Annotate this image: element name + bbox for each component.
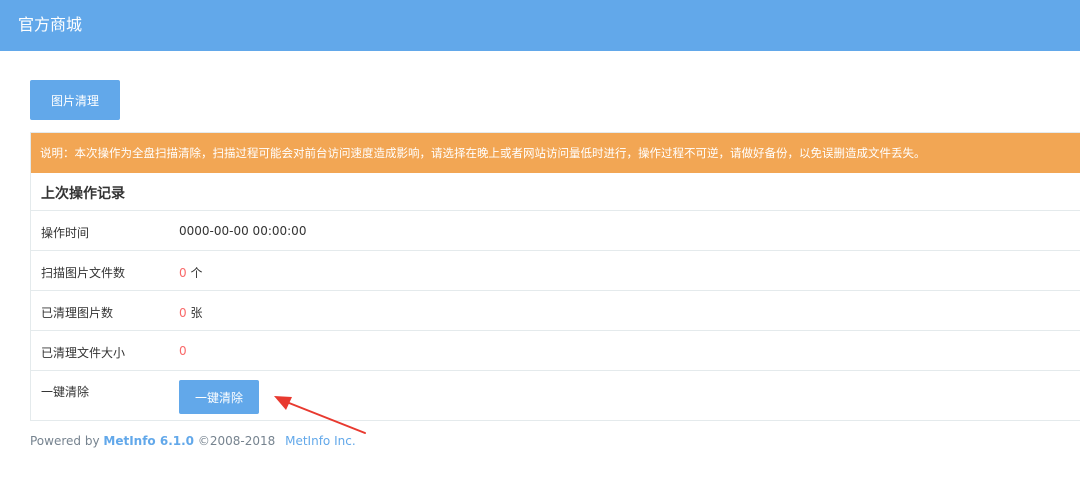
scanned-count: 0	[179, 266, 187, 280]
top-header-bar: 官方商城	[0, 0, 1080, 51]
row-value-cleaned-size: 0	[179, 344, 187, 358]
footer: Powered by MetInfo 6.1.0 ©2008-2018 MetI…	[30, 434, 356, 448]
page-title: 官方商城	[18, 15, 83, 34]
cleaned-count: 0	[179, 306, 187, 320]
table-row: 已清理文件大小 0	[31, 330, 1080, 371]
table-row: 已清理图片数 0 张	[31, 290, 1080, 331]
row-label-cleaned-size: 已清理文件大小	[41, 346, 126, 360]
footer-copyright: ©2008-2018	[197, 434, 276, 448]
row-label-scanned-files: 扫描图片文件数	[41, 266, 126, 280]
cleaned-unit: 张	[190, 306, 203, 320]
row-label-cleaned-images: 已清理图片数	[41, 306, 114, 320]
record-panel: 说明：本次操作为全盘扫描清除，扫描过程可能会对前台访问速度造成影响，请选择在晚上…	[30, 132, 1080, 421]
table-row: 一键清除 一键清除	[31, 370, 1080, 422]
image-clean-tab-button[interactable]: 图片清理	[30, 80, 120, 120]
table-row: 扫描图片文件数 0 个	[31, 250, 1080, 291]
row-label-operation-time: 操作时间	[41, 226, 90, 240]
record-title: 上次操作记录	[41, 186, 125, 202]
warning-notice: 说明：本次操作为全盘扫描清除，扫描过程可能会对前台访问速度造成影响，请选择在晚上…	[31, 133, 1080, 173]
one-click-clear-button[interactable]: 一键清除	[179, 380, 259, 414]
row-value-operation-time: 0000-00-00 00:00:00	[179, 224, 307, 238]
footer-product-link[interactable]: MetInfo 6.1.0	[103, 434, 194, 448]
red-arrow-annotation-icon	[274, 396, 366, 434]
table-row: 操作时间 0000-00-00 00:00:00	[31, 210, 1080, 251]
footer-company-link[interactable]: MetInfo Inc.	[285, 434, 356, 448]
row-label-one-click-clear: 一键清除	[41, 385, 90, 399]
row-value-cleaned-images: 0 张	[179, 304, 202, 321]
row-value-scanned-files: 0 个	[179, 264, 202, 281]
scanned-unit: 个	[190, 266, 203, 280]
footer-powered-text: Powered by	[30, 434, 100, 448]
